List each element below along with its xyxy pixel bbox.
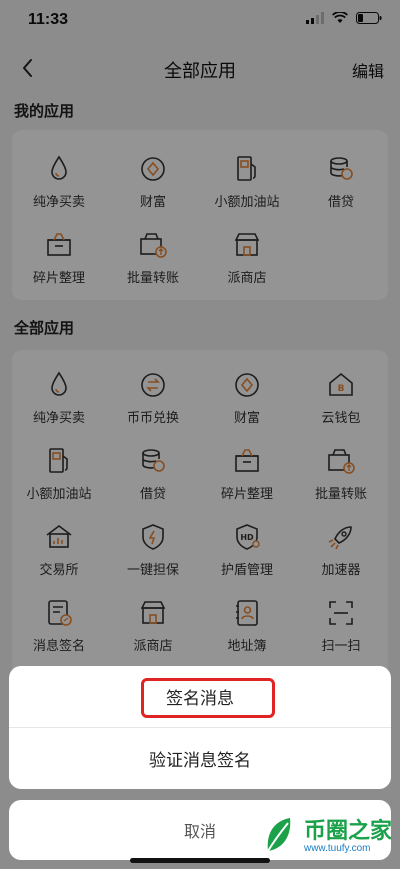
highlight-box: [141, 678, 275, 718]
leaf-logo-icon: [267, 818, 291, 852]
watermark-url: www.tuufy.com: [303, 843, 371, 854]
verify-signature-option[interactable]: 验证消息签名: [9, 728, 391, 789]
watermark-logo: 币圈之家 www.tuufy.com: [260, 815, 392, 859]
home-indicator: [130, 858, 270, 863]
watermark-title: 币圈之家: [303, 818, 392, 843]
